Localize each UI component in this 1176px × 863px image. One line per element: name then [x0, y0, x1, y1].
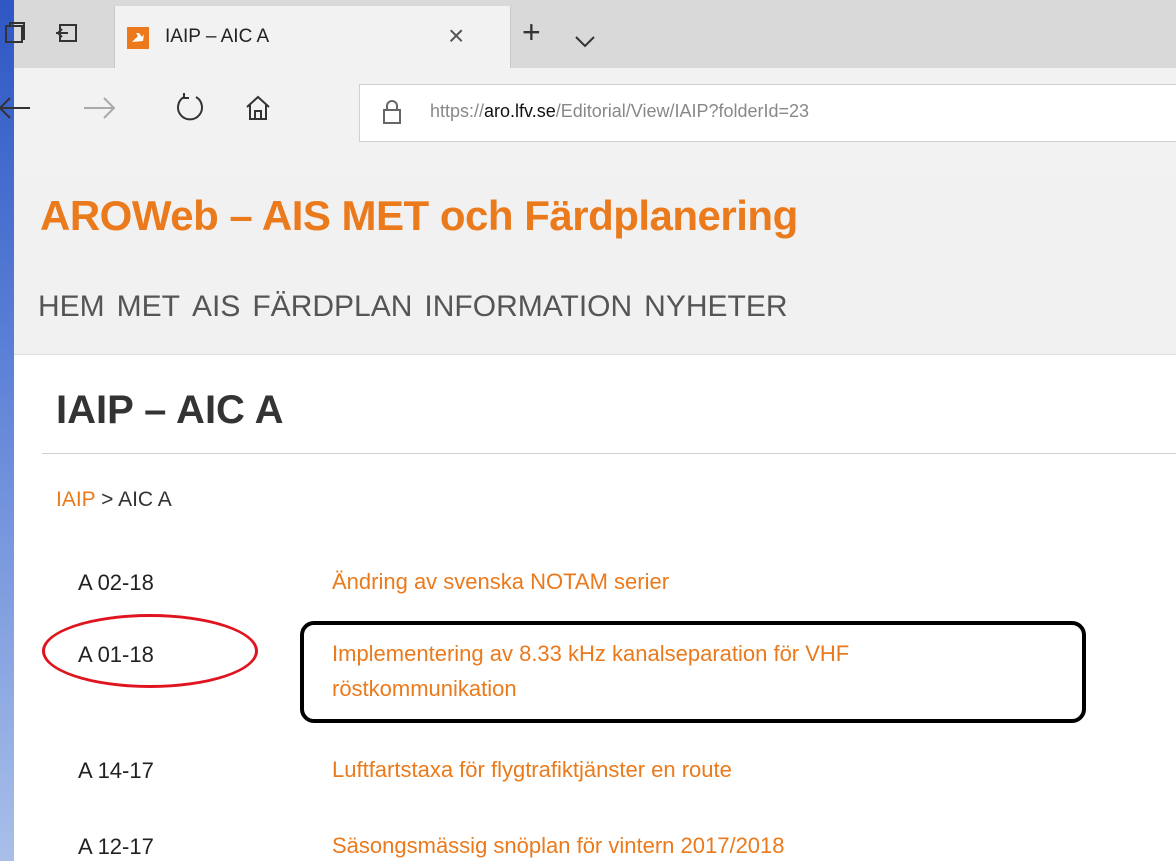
home-icon[interactable]	[236, 86, 280, 130]
item-link[interactable]: Luftfartstaxa för flygtrafiktjänster en …	[332, 752, 1052, 787]
site-header: AROWeb – AIS MET och Färdplanering HEM ME…	[14, 170, 1176, 355]
page-title: IAIP – AIC A	[56, 388, 284, 432]
nav-item-fardplan[interactable]: FÄRDPLAN	[252, 290, 412, 323]
back-icon[interactable]	[0, 86, 36, 130]
collections-icon[interactable]	[0, 18, 30, 48]
breadcrumb-link[interactable]: IAIP	[56, 488, 95, 511]
breadcrumb-current: AIC A	[118, 488, 172, 511]
breadcrumb: IAIP > AIC A	[56, 488, 172, 512]
new-tab-icon[interactable]: +	[522, 14, 541, 51]
url-text: https://aro.lfv.se/Editorial/View/IAIP?f…	[430, 101, 810, 121]
navigation-bar: https://aro.lfv.se/Editorial/View/IAIP?f…	[0, 68, 1176, 170]
title-divider	[42, 453, 1176, 454]
tab-list-icon[interactable]	[574, 20, 596, 57]
site-title[interactable]: AROWeb – AIS MET och Färdplanering	[40, 192, 798, 240]
web-page: AROWeb – AIS MET och Färdplanering HEM ME…	[14, 170, 1176, 861]
annotation-ellipse	[42, 614, 258, 688]
address-bar[interactable]: https://aro.lfv.se/Editorial/View/IAIP?f…	[359, 84, 1176, 142]
nav-item-information[interactable]: INFORMATION	[424, 290, 632, 323]
annotation-box	[300, 621, 1086, 723]
nav-item-nyheter[interactable]: NYHETER	[644, 290, 787, 323]
tab-aside-icon[interactable]	[52, 18, 82, 48]
nav-item-ais[interactable]: AIS	[192, 290, 240, 323]
item-link[interactable]: Ändring av svenska NOTAM serier	[332, 564, 1052, 599]
item-link[interactable]: Säsongsmässig snöplan för vintern 2017/2…	[332, 828, 1052, 863]
active-tab[interactable]: IAIP – AIC A ×	[114, 6, 511, 68]
tab-bar: IAIP – AIC A × +	[5, 0, 1176, 68]
breadcrumb-separator: >	[95, 488, 119, 511]
browser-chrome: IAIP – AIC A × + https://aro.lfv.se/Edit…	[0, 0, 1176, 170]
item-code: A 12-17	[78, 834, 154, 859]
refresh-icon[interactable]	[168, 86, 212, 130]
nav-item-hem[interactable]: HEM	[38, 290, 105, 323]
close-icon[interactable]: ×	[448, 20, 464, 52]
favicon-icon	[127, 27, 149, 49]
tab-title: IAIP – AIC A	[165, 26, 270, 47]
item-code: A 14-17	[78, 758, 154, 783]
item-code: A 02-18	[78, 570, 154, 595]
main-nav: HEM MET AIS FÄRDPLAN INFORMATION NYHETER	[38, 290, 800, 324]
nav-item-met[interactable]: MET	[117, 290, 180, 323]
lock-icon	[382, 99, 402, 130]
forward-icon[interactable]	[78, 86, 122, 130]
